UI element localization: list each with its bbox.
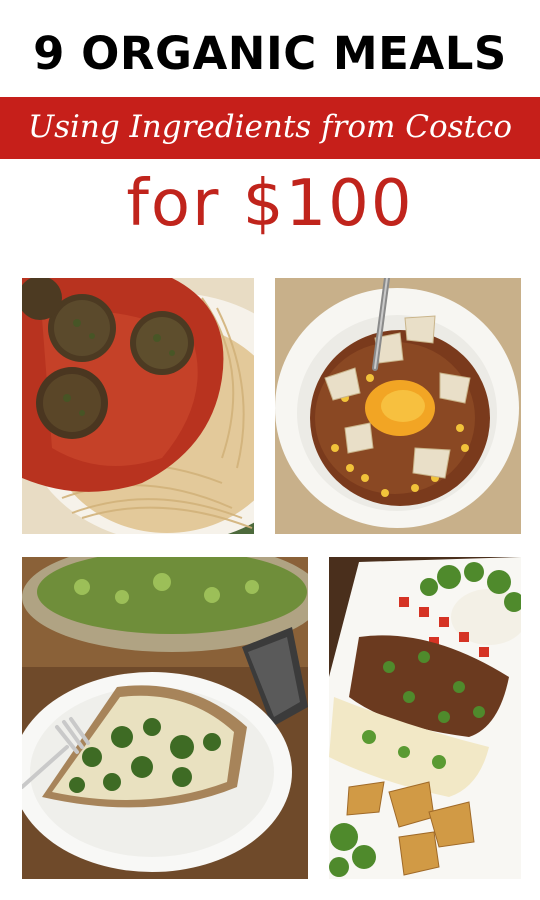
spinach-quiche-photo <box>22 557 308 879</box>
tortilla-soup-photo <box>275 278 521 534</box>
price-line: for $100 <box>126 167 414 241</box>
tortilla-soup-illustration <box>275 278 521 534</box>
subtitle-text: Using Ingredients from Costco <box>27 109 513 145</box>
subtitle-banner: Using Ingredients from Costco <box>0 97 540 159</box>
spinach-quiche-illustration <box>22 557 308 879</box>
taco-platter-photo <box>329 557 521 879</box>
page-title: 9 ORGANIC MEALS <box>33 27 507 80</box>
spaghetti-meatballs-photo <box>22 278 254 534</box>
taco-platter-illustration <box>329 557 521 879</box>
spaghetti-meatballs-illustration <box>22 278 254 534</box>
